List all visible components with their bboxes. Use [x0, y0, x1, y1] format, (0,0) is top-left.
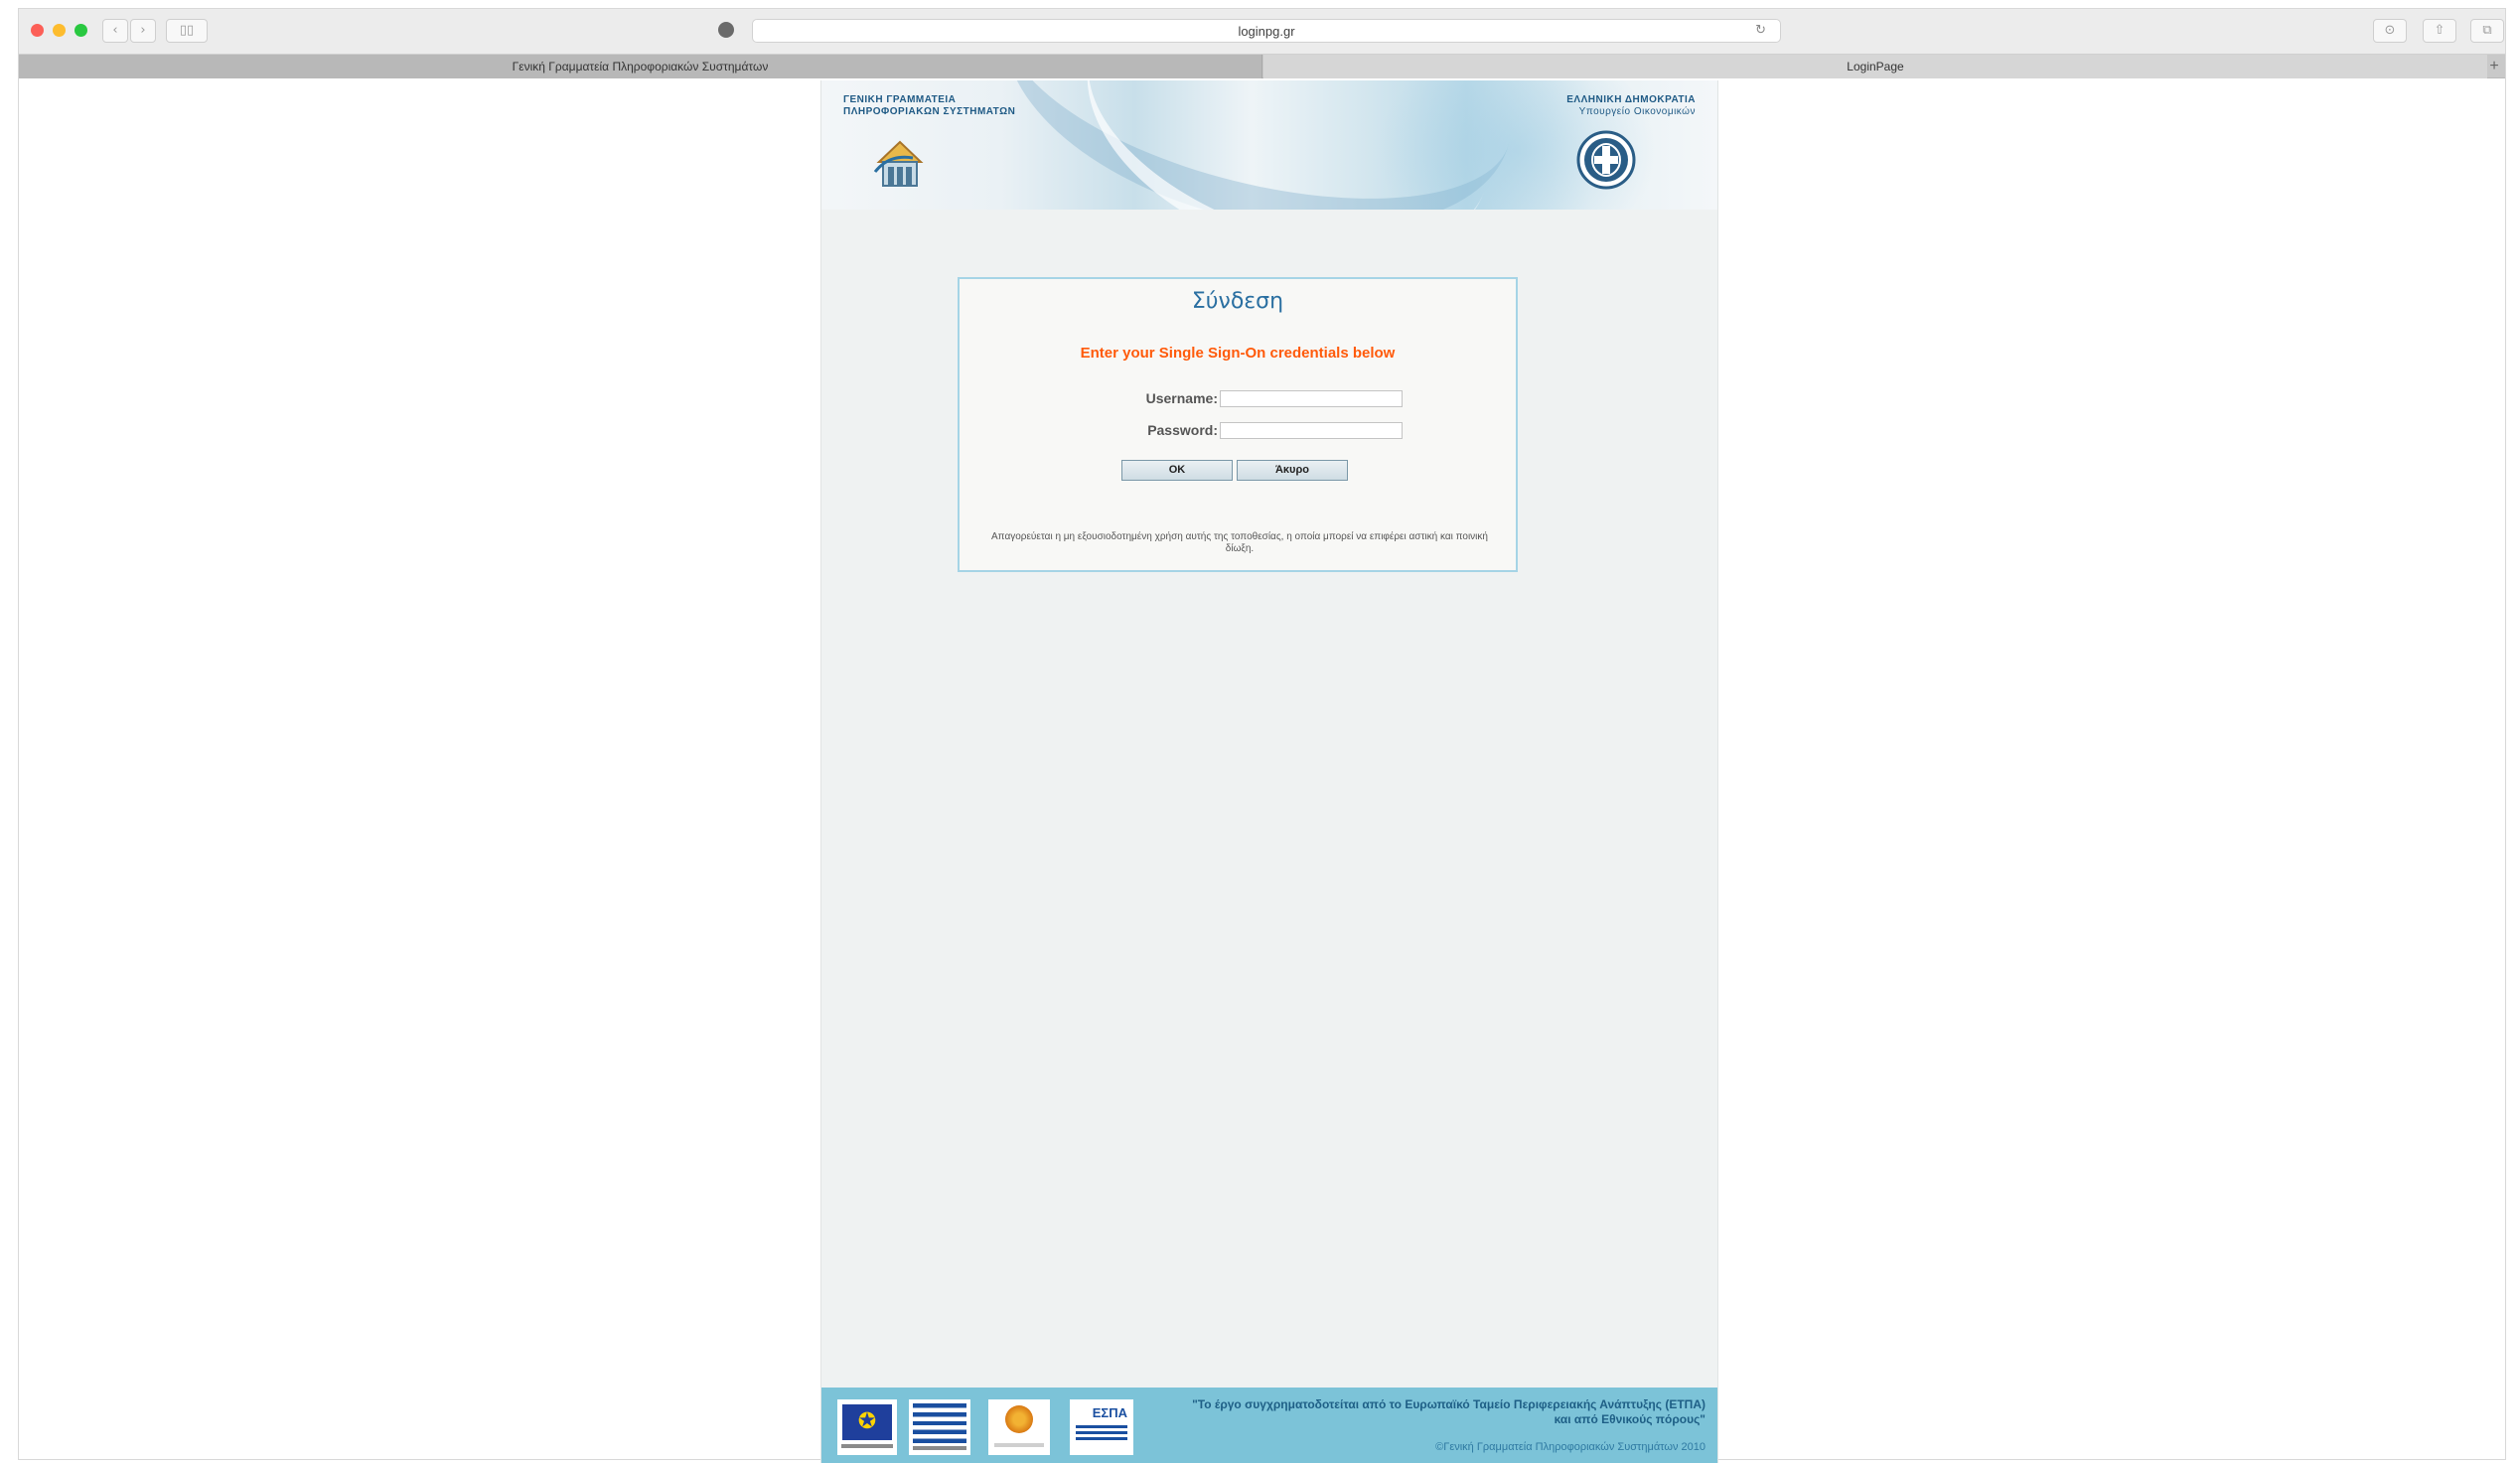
share-button[interactable]: ⇧: [2423, 19, 2456, 43]
eu-stars-icon: ✪: [857, 1409, 877, 1434]
greek-emblem-icon: [1576, 130, 1636, 190]
forward-button[interactable]: ›: [130, 19, 156, 43]
reload-icon[interactable]: ↻: [1755, 23, 1766, 38]
password-label: Password:: [1147, 422, 1218, 438]
minimize-window-button[interactable]: [53, 24, 66, 37]
page-content: ΓΕΝΙΚΗ ΓΡΑΜΜΑΤΕΙΑ ΠΛΗΡΟΦΟΡΙΑΚΩΝ ΣΥΣΤΗΜΑΤ…: [820, 80, 1718, 1463]
tabs-icon: ⧉: [2482, 23, 2492, 38]
download-icon: ⊙: [2384, 23, 2396, 38]
tab-ggps[interactable]: Γενική Γραμματεία Πληροφοριακών Συστημάτ…: [19, 55, 1262, 78]
chevron-left-icon: ‹: [112, 23, 118, 38]
agency-emblem-icon: [1005, 1405, 1033, 1433]
username-label: Username:: [1145, 390, 1218, 406]
logo-caption-bar: [994, 1443, 1044, 1447]
share-icon: ⇧: [2434, 23, 2446, 38]
legal-warning: Απαγορεύεται η μη εξουσιοδοτημένη χρήση …: [991, 531, 1488, 554]
login-instructions: Enter your Single Sign-On credentials be…: [1080, 345, 1396, 362]
logo-caption-bar: [841, 1444, 893, 1448]
close-window-button[interactable]: [31, 24, 44, 37]
tab-overview-button[interactable]: ⧉: [2470, 19, 2504, 43]
agency-logo: [988, 1399, 1050, 1455]
espa-bars-icon: [1076, 1425, 1127, 1441]
password-input[interactable]: [1220, 422, 1403, 439]
greek-flag-icon: [913, 1403, 966, 1443]
secretariat-line-1: ΓΕΝΙΚΗ ΓΡΑΜΜΑΤΕΙΑ: [843, 94, 957, 105]
browser-window: ‹ › ▯▯ loginpg.gr ↻ ⊙ ⇧ ⧉ Γενική Γραμματ…: [18, 8, 2506, 1463]
funding-statement: "Το έργο συγχρηματοδοτείται από το Ευρωπ…: [1149, 1397, 1705, 1427]
eu-flag-logo: ✪: [837, 1399, 897, 1455]
address-bar[interactable]: loginpg.gr ↻: [752, 19, 1781, 43]
browser-toolbar: ‹ › ▯▯ loginpg.gr ↻ ⊙ ⇧ ⧉: [19, 9, 2505, 55]
sidebar-button[interactable]: ▯▯: [166, 19, 208, 43]
extension-icon: [718, 22, 734, 38]
new-tab-button[interactable]: +: [2485, 57, 2503, 76]
zoom-window-button[interactable]: [74, 24, 87, 37]
secretariat-line-2: ΠΛΗΡΟΦΟΡΙΑΚΩΝ ΣΥΣΤΗΜΑΤΩΝ: [843, 106, 1016, 117]
funding-line-1: "Το έργο συγχρηματοδοτείται από το Ευρωπ…: [1192, 1397, 1705, 1411]
ok-button[interactable]: OK: [1121, 460, 1233, 481]
page-footer: ✪ ΕΣΠΑ "Το έργο συγχρηματοδοτείται από τ…: [821, 1388, 1717, 1463]
downloads-button[interactable]: ⊙: [2373, 19, 2407, 43]
funding-line-2: και από Εθνικούς πόρους": [1554, 1412, 1705, 1426]
espa-logo: ΕΣΠΑ: [1070, 1399, 1133, 1455]
greek-flag-logo: [909, 1399, 970, 1455]
login-panel: Σύνδεση Enter your Single Sign-On creden…: [958, 277, 1518, 572]
chevron-right-icon: ›: [140, 23, 146, 38]
sidebar-icon: ▯▯: [179, 23, 195, 38]
ministry-name: ΕΛΛΗΝΙΚΗ ΔΗΜΟΚΡΑΤΙΑ Υπουργείο Οικονομικώ…: [1457, 94, 1696, 118]
back-button[interactable]: ‹: [102, 19, 128, 43]
tab-strip: Γενική Γραμματεία Πληροφοριακών Συστημάτ…: [19, 55, 2505, 78]
username-input[interactable]: [1220, 390, 1403, 407]
copyright-text: ©Γενική Γραμματεία Πληροφοριακών Συστημά…: [1435, 1441, 1705, 1453]
extension-button[interactable]: [706, 19, 746, 43]
header-banner: ΓΕΝΙΚΗ ΓΡΑΜΜΑΤΕΙΑ ΠΛΗΡΟΦΟΡΙΑΚΩΝ ΣΥΣΤΗΜΑΤ…: [821, 80, 1717, 210]
ministry-label: Υπουργείο Οικονομικών: [1578, 106, 1696, 117]
url-text: loginpg.gr: [1238, 24, 1295, 39]
espa-mark: ΕΣΠΑ: [1092, 1405, 1127, 1420]
cancel-button[interactable]: Άκυρο: [1237, 460, 1348, 481]
logo-caption-bar: [913, 1446, 966, 1450]
secretariat-name: ΓΕΝΙΚΗ ΓΡΑΜΜΑΤΕΙΑ ΠΛΗΡΟΦΟΡΙΑΚΩΝ ΣΥΣΤΗΜΑΤ…: [843, 94, 1082, 118]
ggps-logo-icon: [873, 140, 924, 187]
tab-loginpage[interactable]: LoginPage: [1263, 55, 2487, 78]
login-title: Σύνδεση: [1191, 289, 1284, 314]
republic-label: ΕΛΛΗΝΙΚΗ ΔΗΜΟΚΡΑΤΙΑ: [1566, 94, 1696, 105]
